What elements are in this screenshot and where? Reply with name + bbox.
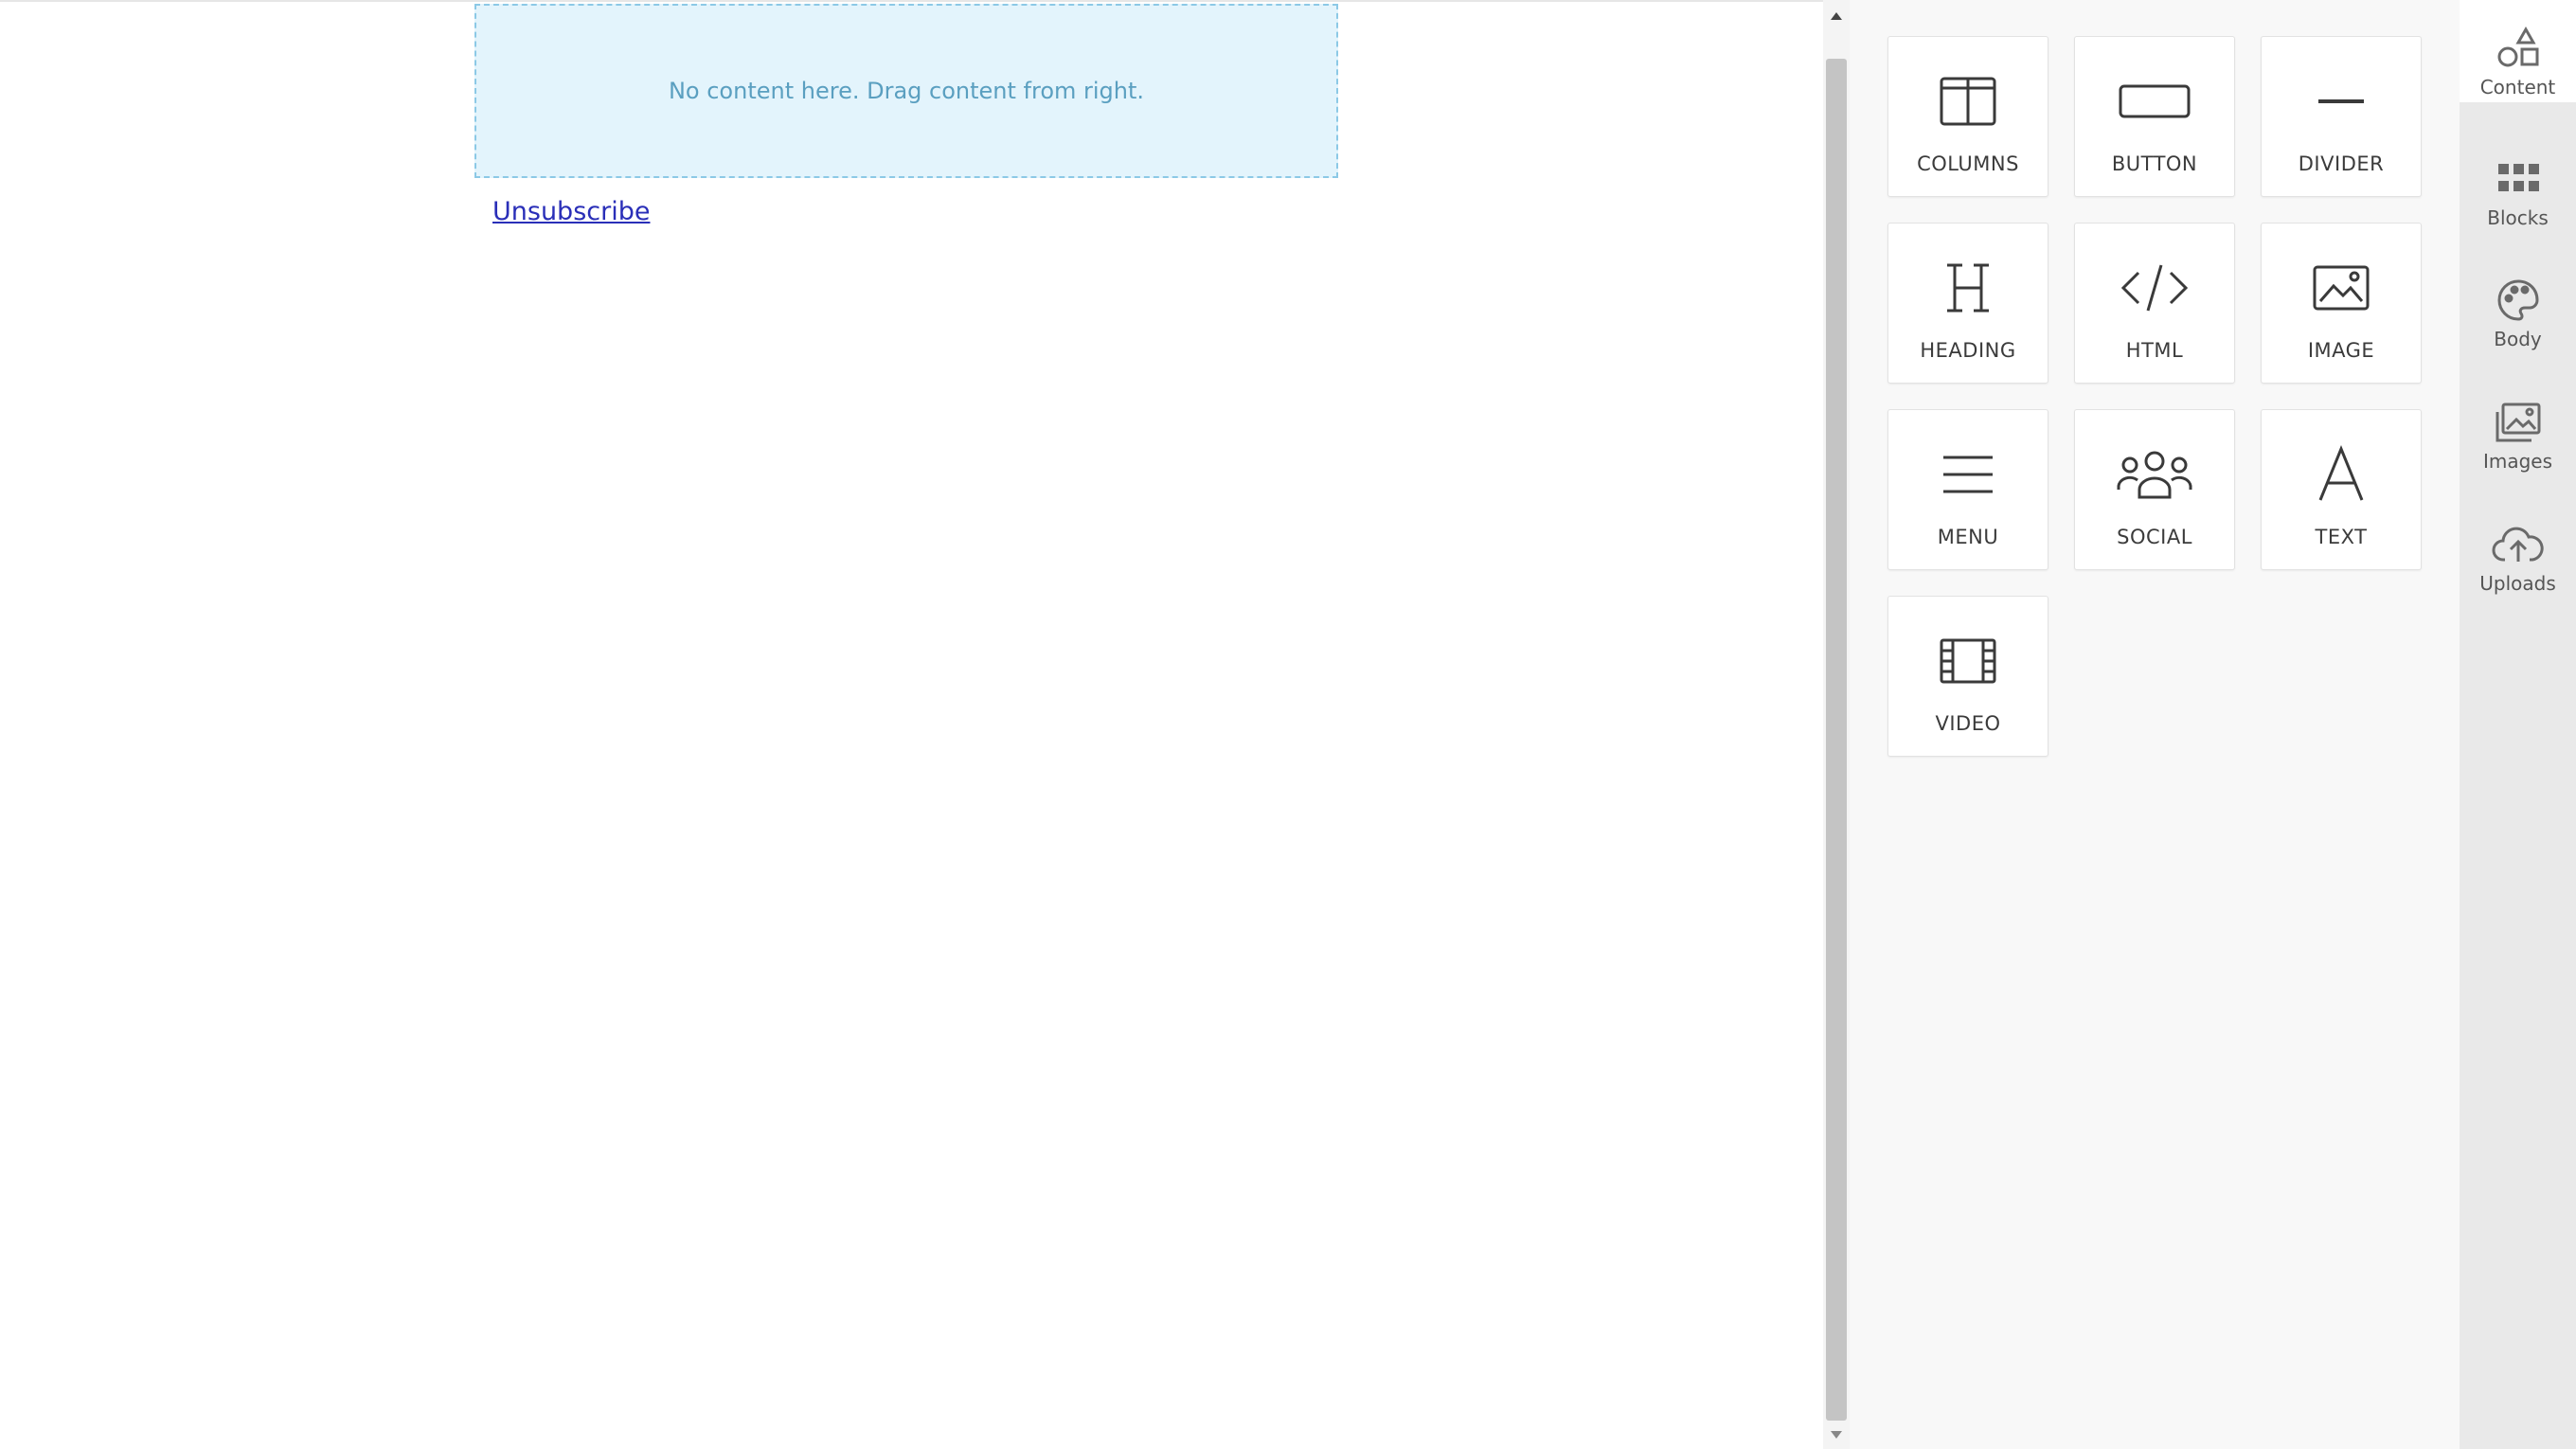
video-icon: [1930, 623, 2006, 699]
tab-label: Blocks: [2487, 206, 2549, 229]
tab-label: Content: [2479, 76, 2556, 98]
tool-label: DIVIDER: [2298, 152, 2385, 175]
tab-body[interactable]: Body: [2460, 252, 2576, 366]
tool-label: IMAGE: [2307, 339, 2375, 362]
tool-video[interactable]: VIDEO: [1887, 596, 2048, 757]
tool-menu[interactable]: MENU: [1887, 409, 2048, 570]
tab-content[interactable]: Content: [2460, 0, 2576, 102]
tool-text[interactable]: TEXT: [2261, 409, 2422, 570]
scroll-up-arrow-icon[interactable]: [1823, 4, 1850, 28]
unsubscribe-link[interactable]: Unsubscribe: [492, 197, 650, 226]
empty-content-dropzone[interactable]: No content here. Drag content from right…: [474, 4, 1338, 178]
palette-icon: [2496, 277, 2541, 324]
tool-label: MENU: [1937, 526, 1999, 548]
scroll-thumb[interactable]: [1826, 59, 1847, 1421]
tool-label: VIDEO: [1935, 712, 2001, 735]
blocks-grid-icon: [2496, 155, 2541, 203]
tab-images[interactable]: Images: [2460, 374, 2576, 488]
social-icon: [2117, 437, 2192, 512]
tab-label: Uploads: [2479, 572, 2556, 595]
heading-icon: [1930, 250, 2006, 326]
tool-label: TEXT: [2315, 526, 2368, 548]
tool-button[interactable]: BUTTON: [2074, 36, 2235, 197]
divider-icon: [2303, 63, 2379, 139]
columns-icon: [1930, 63, 2006, 139]
content-tools-panel: COLUMNS BUTTON DIVIDER HEADING HTML IMAG…: [1850, 0, 2460, 1449]
tab-uploads[interactable]: Uploads: [2460, 496, 2576, 610]
canvas-top-border: [0, 0, 1823, 2]
button-icon: [2117, 63, 2192, 139]
email-canvas: No content here. Drag content from right…: [0, 0, 1823, 1449]
image-icon: [2303, 250, 2379, 326]
tool-label: HEADING: [1920, 339, 2016, 362]
tab-blocks[interactable]: Blocks: [2460, 131, 2576, 244]
tool-divider[interactable]: DIVIDER: [2261, 36, 2422, 197]
tool-html[interactable]: HTML: [2074, 223, 2235, 384]
tool-label: COLUMNS: [1917, 152, 2019, 175]
text-icon: [2303, 437, 2379, 512]
tool-heading[interactable]: HEADING: [1887, 223, 2048, 384]
cloud-upload-icon: [2492, 521, 2545, 568]
scroll-down-arrow-icon[interactable]: [1823, 1422, 1850, 1447]
tool-social[interactable]: SOCIAL: [2074, 409, 2235, 570]
tool-columns[interactable]: COLUMNS: [1887, 36, 2048, 197]
dropzone-message: No content here. Drag content from right…: [668, 78, 1145, 104]
html-code-icon: [2117, 250, 2192, 326]
tool-label: BUTTON: [2111, 152, 2198, 175]
shapes-icon: [2496, 25, 2541, 72]
sidebar-tab-rail: Content Blocks Body Images Uploads: [2460, 0, 2576, 1449]
canvas-scrollbar[interactable]: [1823, 0, 1850, 1449]
tab-label: Body: [2494, 328, 2542, 350]
tool-label: SOCIAL: [2117, 526, 2192, 548]
tool-image[interactable]: IMAGE: [2261, 223, 2422, 384]
images-icon: [2494, 399, 2543, 446]
menu-icon: [1930, 437, 2006, 512]
tool-label: HTML: [2125, 339, 2184, 362]
tab-label: Images: [2482, 450, 2553, 473]
